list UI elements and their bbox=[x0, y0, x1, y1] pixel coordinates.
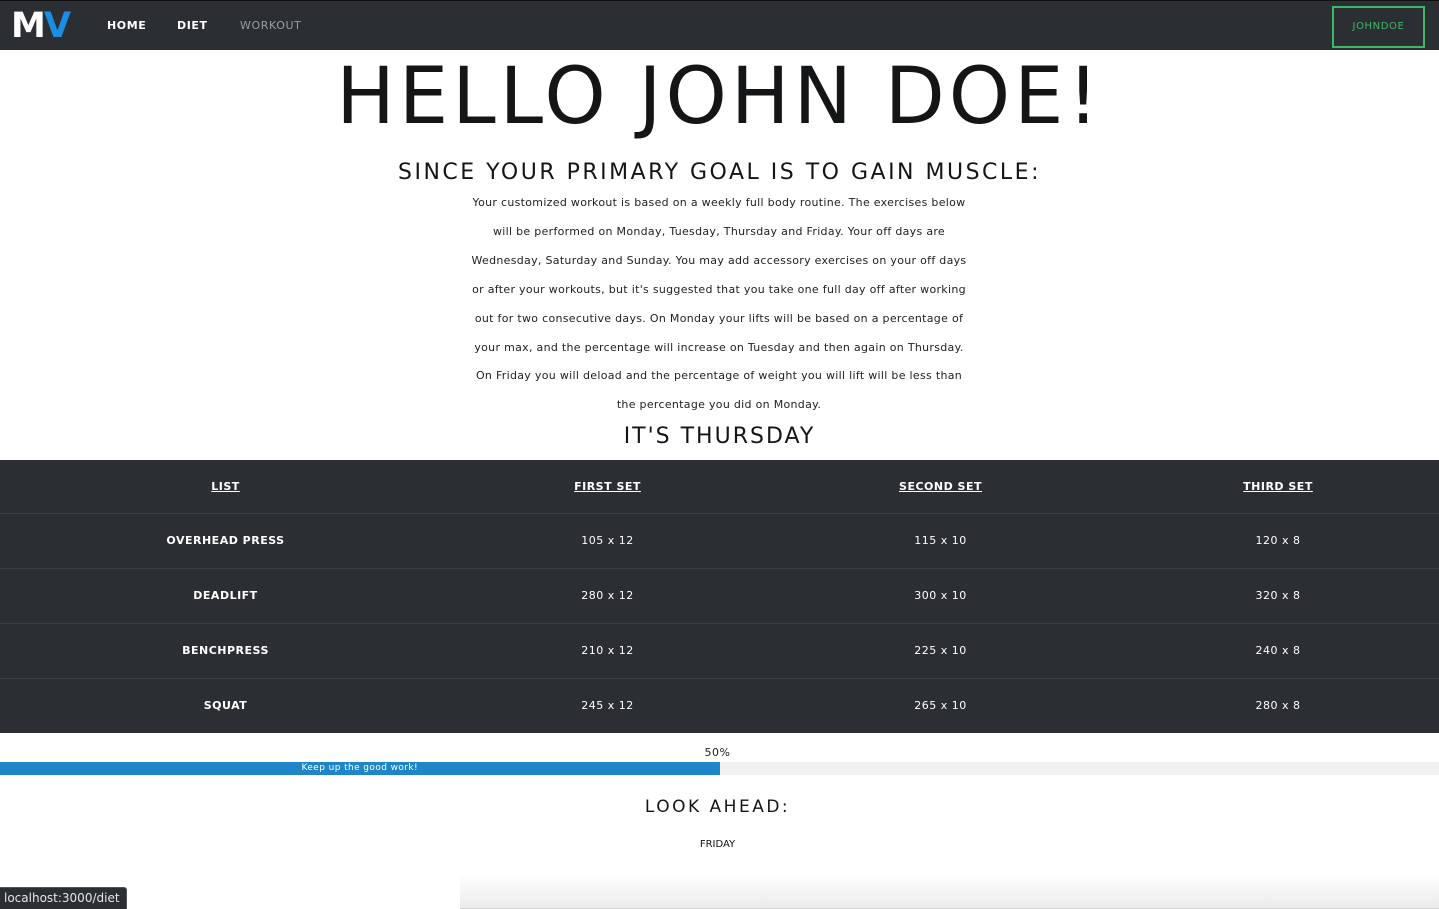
nav-link-home[interactable]: HOME bbox=[107, 19, 146, 32]
second-set-value: 300 x 10 bbox=[914, 589, 967, 602]
third-set-value: 240 x 8 bbox=[1255, 644, 1301, 657]
workout-description: Your customized workout is based on a we… bbox=[471, 196, 967, 412]
second-set-value: 115 x 10 bbox=[914, 534, 967, 547]
progress-bar-fill: Keep up the good work! bbox=[0, 762, 720, 775]
table-header-row: LIST FIRST SET SECOND SET THIRD SET bbox=[0, 460, 1439, 513]
column-header-second-set[interactable]: SECOND SET bbox=[764, 460, 1117, 513]
status-bar-url: localhost:3000/diet bbox=[0, 887, 127, 909]
third-set-value: 280 x 8 bbox=[1255, 699, 1301, 713]
table-row: SQUAT 245 x 12 265 x 10 280 x 8 bbox=[0, 678, 1439, 733]
table-row: OVERHEAD PRESS 105 x 12 115 x 10 120 x 8 bbox=[0, 513, 1439, 568]
progress-percent-label: 50% bbox=[704, 746, 731, 759]
table-row: DEADLIFT 280 x 12 300 x 10 320 x 8 bbox=[0, 568, 1439, 623]
logo-letter-m: M bbox=[11, 6, 46, 46]
progress-bar: Keep up the good work! bbox=[0, 762, 1439, 775]
third-set-value: 120 x 8 bbox=[1255, 534, 1301, 547]
first-set-value: 210 x 12 bbox=[581, 644, 634, 657]
exercise-name: SQUAT bbox=[203, 699, 248, 713]
goal-heading: SINCE YOUR PRIMARY GOAL IS TO GAIN MUSCL… bbox=[398, 160, 1041, 185]
nav-link-workout[interactable]: WORKOUT bbox=[240, 19, 301, 32]
current-day-heading: IT'S THURSDAY bbox=[623, 424, 816, 449]
table-row: BENCHPRESS 210 x 12 225 x 10 240 x 8 bbox=[0, 623, 1439, 678]
user-account-button[interactable]: JOHNDOE bbox=[1332, 6, 1425, 48]
third-set-value: 320 x 8 bbox=[1255, 589, 1301, 602]
top-navbar: MV HOME DIET WORKOUT JOHNDOE bbox=[0, 0, 1439, 50]
column-header-third-set[interactable]: THIRD SET bbox=[1117, 460, 1439, 513]
column-header-list[interactable]: LIST bbox=[0, 460, 451, 513]
first-set-value: 280 x 12 bbox=[581, 589, 634, 602]
exercise-name: OVERHEAD PRESS bbox=[166, 534, 285, 547]
column-header-first-set[interactable]: FIRST SET bbox=[451, 460, 764, 513]
bottom-fade bbox=[460, 875, 1439, 909]
next-workout-day[interactable]: FRIDAY bbox=[0, 839, 1435, 850]
look-ahead-heading: LOOK AHEAD: bbox=[644, 797, 791, 817]
second-set-value: 225 x 10 bbox=[914, 644, 967, 657]
brand-logo[interactable]: MV bbox=[11, 6, 71, 46]
first-set-value: 245 x 12 bbox=[581, 699, 634, 713]
nav-link-diet[interactable]: DIET bbox=[177, 19, 208, 32]
exercise-name: DEADLIFT bbox=[193, 589, 258, 602]
first-set-value: 105 x 12 bbox=[581, 534, 634, 547]
greeting-title: HELLO JOHN DOE! bbox=[336, 52, 1103, 142]
second-set-value: 265 x 10 bbox=[914, 699, 967, 713]
workout-table: LIST FIRST SET SECOND SET THIRD SET OVER… bbox=[0, 460, 1439, 733]
exercise-name: BENCHPRESS bbox=[182, 644, 269, 657]
logo-letter-v: V bbox=[43, 6, 71, 46]
